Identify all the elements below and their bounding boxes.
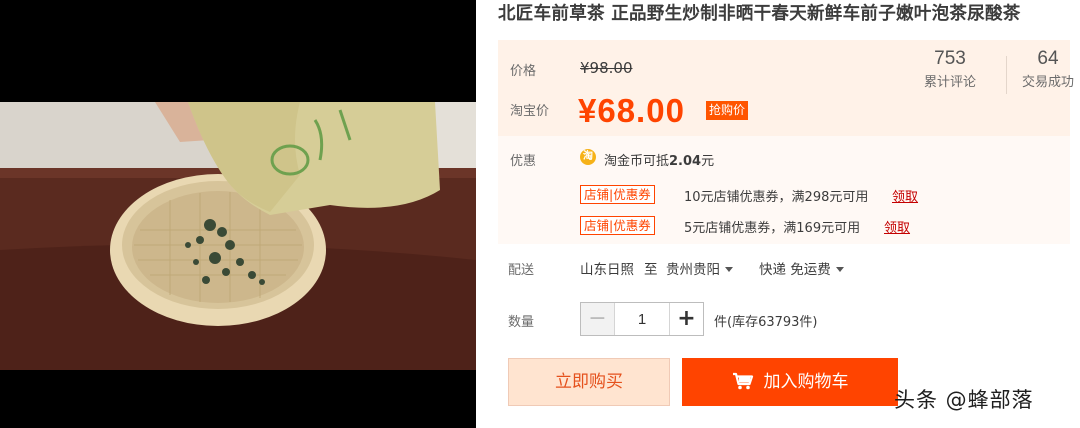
- shipping-label: 配送: [508, 263, 535, 278]
- ship-from: 山东日照: [580, 262, 634, 278]
- coupon-description: 5元店铺优惠券，满169元可用: [684, 221, 861, 236]
- caret-down-icon: [835, 267, 844, 272]
- product-title: 北匠车前草茶 正品野生炒制非晒干春天新鲜车前子嫩叶泡茶尿酸茶: [498, 4, 1021, 24]
- shop-coupon-tag: 店铺|优惠券: [580, 216, 655, 235]
- quantity-stepper: − +: [580, 302, 704, 336]
- taobao-price-label: 淘宝价: [510, 104, 550, 119]
- coin-amount: 2.04: [669, 154, 702, 169]
- promotion-section: 优惠 淘 淘金币可抵2.04元 店铺|优惠券 10元店铺优惠券，满298元可用 …: [498, 136, 1070, 244]
- coin-discount-text: 淘金币可抵2.04元: [604, 154, 715, 169]
- ship-destination-select[interactable]: 贵州贵阳: [666, 258, 733, 278]
- product-video[interactable]: [0, 0, 476, 428]
- video-frame-image: [0, 0, 476, 428]
- caret-down-icon: [725, 267, 733, 272]
- reviews-count: 753: [934, 48, 966, 69]
- stock-text: 件(库存63793件): [714, 315, 818, 330]
- decrease-quantity-button[interactable]: −: [581, 303, 615, 335]
- shop-coupon-tag: 店铺|优惠券: [580, 185, 655, 204]
- ship-to-word: 至: [644, 262, 658, 278]
- quantity-input[interactable]: [615, 303, 669, 335]
- product-info-panel: 北匠车前草茶 正品野生炒制非晒干春天新鲜车前子嫩叶泡茶尿酸茶 价格 ¥98.00…: [476, 0, 1080, 428]
- claim-coupon-link[interactable]: 领取: [892, 186, 918, 205]
- buy-now-button[interactable]: 立即购买: [508, 358, 670, 406]
- shipping-method-select[interactable]: 快递 免运费: [759, 258, 844, 278]
- quantity-label: 数量: [508, 315, 535, 330]
- sales-stat: 64 交易成功: [1008, 48, 1080, 90]
- sales-count: 64: [1037, 48, 1059, 69]
- stats-divider: [1006, 56, 1007, 94]
- sales-label: 交易成功: [1021, 75, 1074, 90]
- taobao-coin-icon: 淘: [580, 149, 596, 165]
- shopping-cart-icon: [732, 372, 753, 390]
- watermark-text: 头条 @蜂部落: [894, 388, 1034, 412]
- add-to-cart-label: 加入购物车: [763, 372, 849, 392]
- reviews-stat[interactable]: 753 累计评论: [910, 48, 990, 90]
- current-price: ¥68.00: [578, 92, 685, 129]
- add-to-cart-button[interactable]: 加入购物车: [682, 358, 898, 406]
- reviews-label: 累计评论: [923, 75, 976, 90]
- promo-label: 优惠: [510, 154, 537, 169]
- increase-quantity-button[interactable]: +: [669, 303, 703, 335]
- claim-coupon-link[interactable]: 领取: [884, 217, 910, 236]
- coupon-description: 10元店铺优惠券，满298元可用: [684, 190, 869, 205]
- original-price: ¥98.00: [580, 59, 633, 77]
- price-section: 价格 ¥98.00 淘宝价 ¥68.00 抢购价 753 累计评论 64 交易成…: [498, 40, 1074, 136]
- flash-sale-badge: 抢购价: [706, 101, 749, 120]
- price-label: 价格: [510, 64, 537, 79]
